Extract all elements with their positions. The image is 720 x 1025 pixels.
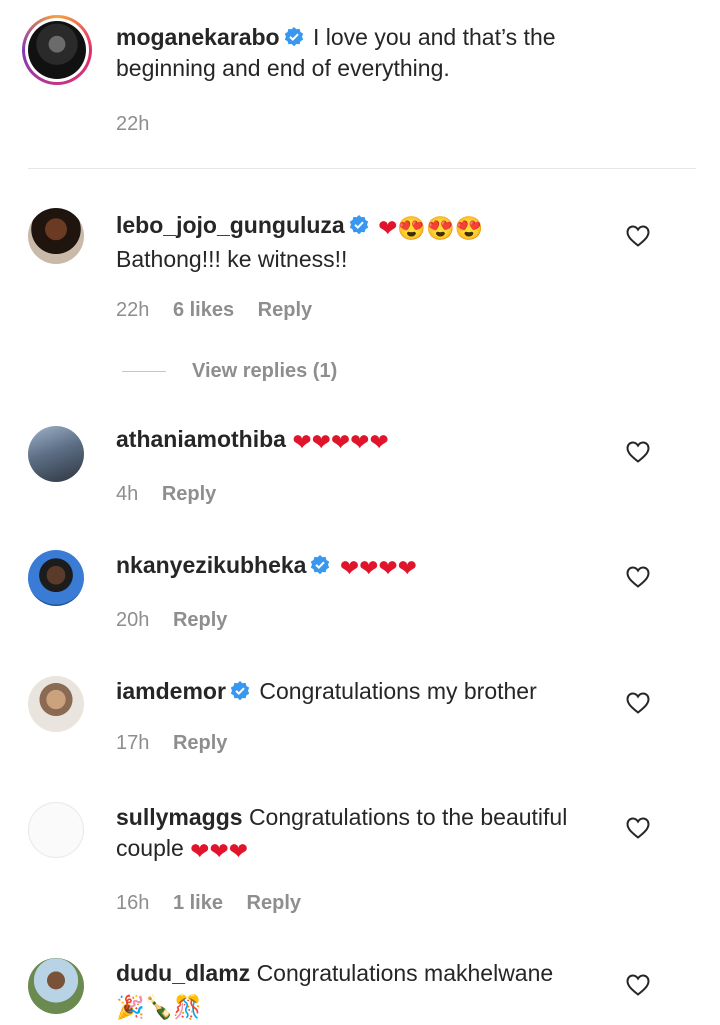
avatar[interactable]: [28, 426, 84, 482]
comment-meta: 17h Reply: [116, 731, 606, 755]
comment-username[interactable]: sullymaggs: [116, 804, 243, 830]
comment-text: Bathong!!! ke witness!!: [116, 246, 348, 272]
divider: [28, 168, 696, 169]
comment-meta: 20h Reply: [116, 608, 606, 632]
comment-likes[interactable]: 6 likes: [173, 299, 234, 321]
comment-time: 4h: [116, 483, 139, 505]
comment-likes[interactable]: 1 like: [173, 892, 223, 914]
emoji-reaction: ❤❤❤: [190, 838, 248, 864]
replies-divider-line: [122, 370, 166, 372]
comment-username[interactable]: iamdemor: [116, 678, 226, 704]
avatar[interactable]: [28, 958, 84, 1014]
post-caption: moganekarabo I love you and that’s the b…: [0, 0, 720, 168]
heart-outline-icon[interactable]: [626, 692, 650, 714]
comment-meta: 16h 1 like Reply: [116, 891, 606, 915]
comment-time: 22h: [116, 299, 150, 321]
comment-time: 16h: [116, 892, 150, 914]
comment-text: Congratulations makhelwane: [256, 960, 554, 986]
view-replies-label[interactable]: View replies (1): [192, 360, 337, 383]
comment-username[interactable]: dudu_dlamz: [116, 960, 250, 986]
avatar[interactable]: [28, 550, 84, 606]
comment-meta: 4h Reply: [116, 482, 606, 506]
emoji-reaction: 🎉🍾🎊: [116, 994, 202, 1020]
verified-badge-icon: [230, 681, 250, 701]
comment-username[interactable]: athaniamothiba: [116, 426, 286, 452]
verified-badge-icon: [349, 215, 368, 235]
heart-outline-icon[interactable]: [626, 974, 650, 996]
caption-meta: 22h: [116, 112, 586, 136]
comment-time: 17h: [116, 732, 150, 754]
heart-outline-icon[interactable]: [626, 225, 650, 247]
caption-avatar[interactable]: [22, 15, 92, 85]
comment-username[interactable]: nkanyezikubheka: [116, 552, 306, 578]
comment-username[interactable]: lebo_jojo_gunguluza: [116, 212, 345, 238]
reply-button[interactable]: Reply: [247, 892, 301, 914]
reply-button[interactable]: Reply: [162, 483, 216, 505]
emoji-reaction: ❤😍😍😍: [378, 215, 484, 241]
view-replies-link[interactable]: View replies (1): [122, 358, 337, 384]
emoji-reaction: ❤❤❤❤: [339, 555, 417, 581]
avatar-image: [28, 21, 86, 79]
avatar[interactable]: [28, 208, 84, 264]
heart-outline-icon[interactable]: [626, 441, 650, 463]
verified-badge-icon: [311, 555, 330, 575]
reply-button[interactable]: Reply: [258, 299, 312, 321]
comment-text: Congratulations my brother: [259, 678, 537, 704]
comment-time: 20h: [116, 609, 150, 631]
heart-outline-icon[interactable]: [626, 817, 650, 839]
heart-outline-icon[interactable]: [626, 566, 650, 588]
verified-badge-icon: [284, 27, 303, 47]
caption-time: 22h: [116, 113, 150, 135]
avatar[interactable]: [28, 676, 84, 732]
reply-button[interactable]: Reply: [173, 732, 227, 754]
caption-text-block: moganekarabo I love you and that’s the b…: [116, 22, 586, 84]
comment-meta: 22h 6 likes Reply: [116, 298, 606, 322]
caption-username[interactable]: moganekarabo: [116, 24, 280, 50]
emoji-reaction: ❤❤❤❤❤: [292, 429, 389, 455]
avatar[interactable]: [28, 802, 84, 858]
reply-button[interactable]: Reply: [173, 609, 227, 631]
